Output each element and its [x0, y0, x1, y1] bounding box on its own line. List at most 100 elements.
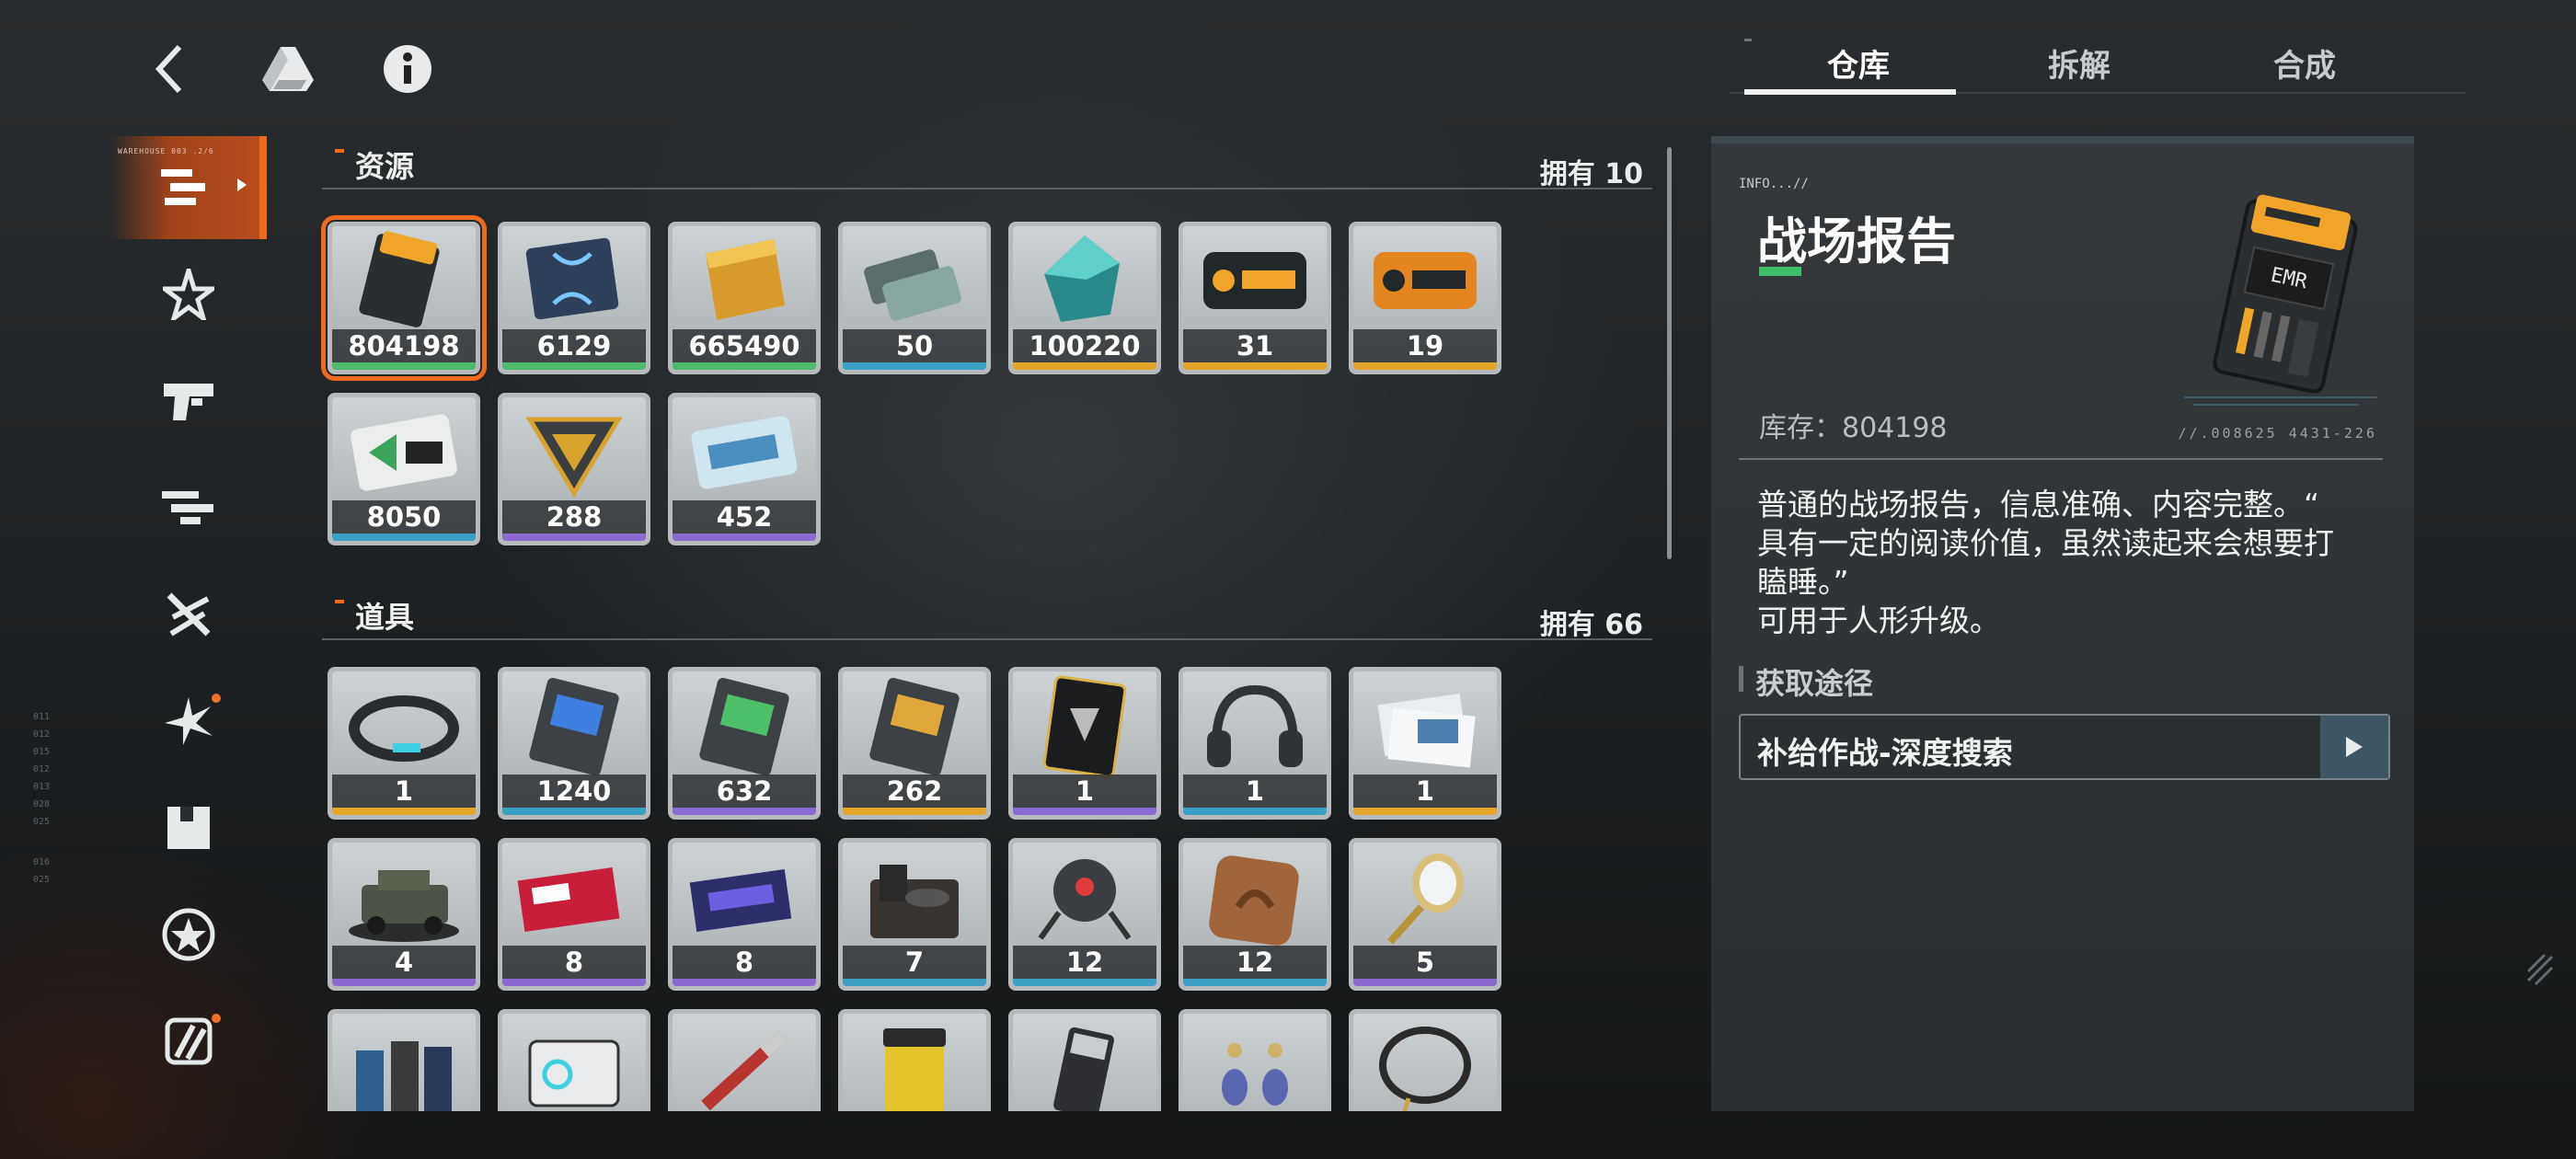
item-tile: 804198 [332, 226, 476, 370]
tab-warehouse[interactable]: 仓库 [1757, 40, 1960, 86]
tab-synthesize[interactable]: 合成 [2203, 40, 2406, 86]
red-ticket-icon [502, 843, 646, 951]
inventory-item[interactable]: 804198 [321, 215, 487, 381]
sidebar-item-9[interactable] [110, 990, 267, 1093]
rarity-strip [1353, 979, 1497, 986]
inventory-item[interactable] [498, 1009, 650, 1111]
concert-ticket-icon [673, 843, 816, 951]
item-tile [1183, 1014, 1327, 1111]
inventory-item[interactable] [328, 1009, 480, 1111]
necklace-icon [1353, 1014, 1497, 1111]
inventory-item[interactable]: 6129 [498, 222, 650, 374]
item-quantity: 632 [673, 775, 816, 808]
inventory-item[interactable]: 1 [1179, 667, 1331, 820]
serial-number: //.008625 4431-226 [2178, 425, 2377, 442]
inventory-item[interactable]: 665490 [668, 222, 821, 374]
item-quantity: 1240 [502, 775, 646, 808]
crossed-blades-icon [167, 592, 211, 637]
item-quantity: 12 [1013, 946, 1156, 979]
source-go-button[interactable] [2320, 716, 2388, 778]
sidebar-item-4[interactable] [110, 456, 267, 559]
inventory-item[interactable]: 262 [838, 667, 991, 820]
sidebar-item-8[interactable] [110, 883, 267, 986]
rarity-strip [1353, 808, 1497, 815]
crystal-icon [1013, 226, 1156, 335]
inventory-item[interactable]: 8 [668, 838, 821, 991]
inventory-item[interactable] [1008, 1009, 1161, 1111]
item-tile: 632 [673, 671, 816, 815]
item-quantity: 4 [332, 946, 476, 979]
divider [1739, 458, 2383, 460]
inventory-item[interactable] [1179, 1009, 1331, 1111]
rarity-strip [332, 534, 476, 541]
source-button[interactable]: 补给作战-深度搜索 [1739, 714, 2390, 780]
inventory-item[interactable] [838, 1009, 991, 1111]
bottles-icon [332, 1014, 476, 1111]
inventory-item[interactable]: 1 [1349, 667, 1501, 820]
inventory-item[interactable]: 50 [838, 222, 991, 374]
drive-button[interactable] [256, 37, 320, 101]
inventory-item[interactable]: 1 [328, 667, 480, 820]
blue-chip-card-icon [502, 671, 646, 780]
slash-square-icon [165, 1017, 213, 1065]
corner-deco-icon [2526, 953, 2554, 986]
inventory-item[interactable]: 8 [498, 838, 650, 991]
inventory-item[interactable]: 31 [1179, 222, 1331, 374]
item-tile: 665490 [673, 226, 816, 370]
blue-card-icon [673, 397, 816, 506]
item-tile: 19 [1353, 226, 1497, 370]
sidebar-item-2[interactable] [110, 243, 267, 346]
inventory-item[interactable]: 12 [1179, 838, 1331, 991]
play-arrow-icon [2346, 737, 2363, 757]
inventory-item[interactable]: 12 [1008, 838, 1161, 991]
item-tile [843, 1014, 986, 1111]
rarity-strip [1183, 979, 1327, 986]
inventory-item[interactable]: 632 [668, 667, 821, 820]
rarity-strip [843, 979, 986, 986]
rarity-strip [843, 362, 986, 370]
inventory-item[interactable]: 19 [1349, 222, 1501, 374]
stock-label: 库存：804198 [1759, 412, 1948, 444]
sidebar-item-resources[interactable]: WAREHOUSE 003 .2/6 [110, 136, 267, 239]
sidebar-item-5[interactable] [110, 563, 267, 666]
grid-scrollbar[interactable] [1667, 147, 1672, 559]
pen-icon [673, 1014, 816, 1111]
rarity-strip [332, 362, 476, 370]
tab-bar: 仓库 拆解 合成 [1730, 28, 2466, 95]
deco-numbers-2: 016 025 [33, 857, 51, 885]
item-quantity: 12 [1183, 946, 1327, 979]
source-label: 补给作战-深度搜索 [1757, 735, 2013, 771]
item-description: 普通的战场报告，信息准确、内容完整。“ 具有一定的阅读价值，虽然读起来会想要打 … [1757, 487, 2334, 638]
headphones-icon [1183, 671, 1327, 780]
sidebar-item-7[interactable] [110, 776, 267, 879]
inventory-item[interactable] [1349, 1009, 1501, 1111]
inventory-item[interactable]: 8050 [328, 393, 480, 545]
tab-dismantle[interactable]: 拆解 [1978, 40, 2180, 86]
inventory-item[interactable]: 7 [838, 838, 991, 991]
inventory-item[interactable]: 100220 [1008, 222, 1161, 374]
rarity-strip [1353, 362, 1497, 370]
inventory-item[interactable]: 288 [498, 393, 650, 545]
item-quantity: 8 [673, 946, 816, 979]
inventory-item[interactable]: 5 [1349, 838, 1501, 991]
item-quantity: 665490 [673, 329, 816, 362]
notification-dot [212, 694, 221, 703]
inventory-item[interactable]: 4 [328, 838, 480, 991]
star-burst-icon [163, 269, 214, 320]
sidebar-item-6[interactable] [110, 670, 267, 773]
sidebar-caption: WAREHOUSE 003 .2/6 [118, 147, 214, 155]
gun-icon [164, 384, 213, 420]
orange-chip-icon [1183, 226, 1327, 335]
inventory-item[interactable] [668, 1009, 821, 1111]
inventory-grid: 804198 6129 665490 50 100220 31 19 8050 288 452 1… [313, 0, 1536, 1111]
item-quantity: 8 [502, 946, 646, 979]
item-quantity: 1 [1013, 775, 1156, 808]
inventory-item[interactable]: 1240 [498, 667, 650, 820]
lighter-icon [1013, 1014, 1156, 1111]
item-quantity: 1 [1353, 775, 1497, 808]
rarity-strip [673, 979, 816, 986]
inventory-item[interactable]: 1 [1008, 667, 1161, 820]
sidebar-item-3[interactable] [110, 350, 267, 453]
inventory-item[interactable]: 452 [668, 393, 821, 545]
back-button[interactable] [138, 37, 202, 101]
